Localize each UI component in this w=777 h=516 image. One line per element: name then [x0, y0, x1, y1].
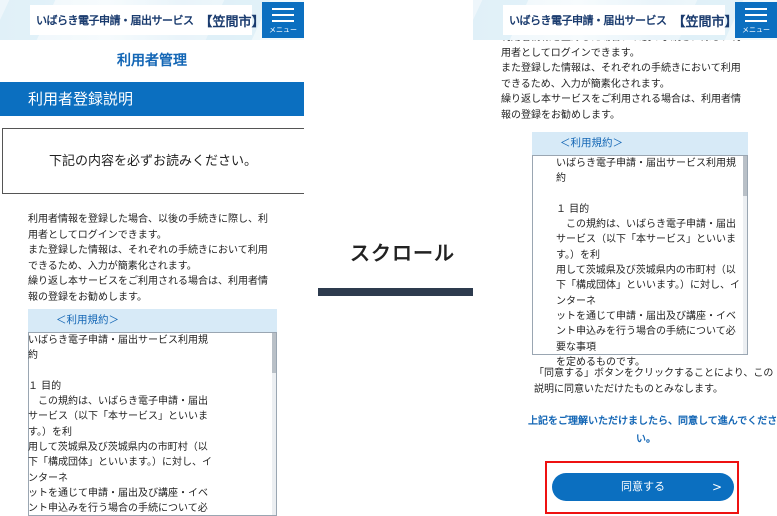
terms-text: いばらき電子申請・届出サービス利用規 約 １ 目的 この規約は、いばらき電子申請…	[28, 333, 228, 516]
agree-prompt-line: 上記をご理解いただけましたら、同意して進んでくださ	[528, 416, 777, 427]
terms-scrollbar[interactable]	[272, 333, 276, 515]
agree-note: 「同意する」ボタンをクリックすることにより、この 説明に同意いただけたものとみな…	[534, 366, 774, 398]
logo-city: 【笠間市】	[672, 14, 738, 30]
terms-line: 用して茨城県及び茨城県内の市町村（以	[556, 265, 736, 277]
terms-line	[28, 364, 228, 379]
description-line: 繰り返し本サービスをご利用される場合は、利用者情	[28, 276, 268, 287]
agree-note-line: 「同意する」ボタンをクリックすることにより、この	[534, 368, 774, 379]
terms-line: いばらき電子申請・届出サービス利用規	[28, 335, 208, 346]
chevron-right-icon: >	[711, 480, 722, 494]
terms-text: いばらき電子申請・届出サービス利用規 約 １ 目的 この規約は、いばらき電子申請…	[556, 156, 756, 370]
site-logo[interactable]: いばらき電子申請・届出サービス 【笠間市】	[30, 5, 265, 35]
terms-line: １ 目的	[28, 380, 62, 392]
menu-label: メニュー	[742, 25, 770, 34]
menu-label: メニュー	[269, 25, 297, 34]
site-header: いばらき電子申請・届出サービス 【笠間市】 メニュー	[473, 0, 777, 40]
terms-line: ント申込みを行う場合の手続について必	[556, 326, 736, 338]
agree-prompt: 上記をご理解いただけましたら、同意して進んでくださ い。	[528, 413, 777, 449]
terms-line: サービス（以下「本サービス」といいま	[556, 234, 736, 246]
terms-line: １ 目的	[556, 203, 590, 215]
description-line: できるため、入力が簡素化されます。	[501, 78, 670, 90]
menu-button[interactable]: メニュー	[735, 2, 777, 38]
terms-line: ンターネ	[556, 295, 596, 307]
agree-note-line: 説明に同意いただけたものとみなします。	[534, 384, 723, 395]
description-line: また登録した情報は、それぞれの手続きにおいて利用	[501, 63, 741, 74]
page-title: 利用者管理	[117, 53, 187, 69]
description-line: 用者としてログインできます。	[501, 47, 640, 59]
description-line: 報の登録をお勧めします。	[28, 291, 147, 303]
hamburger-icon	[272, 7, 294, 10]
section-title: 利用者登録説明	[0, 82, 304, 116]
terms-line: いばらき電子申請・届出サービス利用規	[556, 158, 736, 169]
agree-button[interactable]: 同意する >	[552, 473, 734, 501]
hamburger-icon-bar	[745, 19, 767, 22]
terms-line: す。）を利	[556, 249, 600, 261]
logo-title: いばらき電子申請・届出サービス	[36, 14, 194, 27]
terms-line: この規約は、いばらき電子申請・届出	[556, 219, 736, 231]
hamburger-icon-bar	[272, 19, 294, 22]
description-line: 用者としてログインできます。	[28, 229, 167, 241]
terms-line: 約	[28, 350, 38, 362]
menu-button[interactable]: メニュー	[262, 2, 304, 38]
logo-city: 【笠間市】	[199, 14, 265, 30]
description-line: できるため、入力が簡素化されます。	[28, 260, 197, 272]
description-line: 繰り返し本サービスをご利用される場合は、利用者情	[501, 94, 741, 105]
terms-line: サービス（以下「本サービス」といいま	[28, 411, 208, 423]
terms-line: この規約は、いばらき電子申請・届出	[28, 396, 208, 408]
terms-line: 約	[556, 173, 566, 185]
terms-line: ント申込みを行う場合の手続について必	[28, 503, 208, 515]
terms-line: す。）を利	[28, 426, 72, 438]
scrollbar-thumb[interactable]	[272, 333, 276, 373]
site-logo[interactable]: いばらき電子申請・届出サービス 【笠間市】	[503, 5, 738, 35]
description-line: 利用者情報を登録した場合、以後の手続きに際し、利	[28, 214, 268, 225]
terms-line: ンターネ	[28, 472, 68, 484]
description: 利用者情報を登録した場合、以後の手続きに際し、利 用者としてログインできます。 …	[501, 30, 753, 123]
hamburger-icon-bar	[745, 13, 767, 16]
terms-line: 下「構成団体」といいます。）に対し、イ	[28, 457, 212, 469]
agree-button-label: 同意する	[621, 480, 665, 493]
site-header: いばらき電子申請・届出サービス 【笠間市】 メニュー	[0, 0, 304, 40]
terms-line: ットを通じて申請・届出及び講座・イベ	[556, 310, 736, 322]
hamburger-icon-bar	[272, 13, 294, 16]
terms-line: 用して茨城県及び茨城県内の市町村（以	[28, 442, 208, 454]
terms-line: 要な事項	[556, 341, 596, 353]
description-line: 報の登録をお勧めします。	[501, 109, 620, 121]
terms-header: ＜利用規約＞	[28, 309, 277, 332]
agree-prompt-line: い。	[636, 434, 656, 445]
description-line: また登録した情報は、それぞれの手続きにおいて利用	[28, 245, 268, 256]
screen-before-scroll: いばらき電子申請・届出サービス 【笠間市】 メニュー 利用者管理 利用者登録説明…	[0, 0, 304, 516]
scroll-label: スクロール	[350, 241, 455, 265]
terms-line	[556, 187, 756, 202]
logo-title: いばらき電子申請・届出サービス	[509, 14, 667, 27]
hamburger-icon	[745, 7, 767, 10]
terms-line: 下「構成団体」といいます。）に対し、イ	[556, 280, 740, 292]
terms-line: ットを通じて申請・届出及び講座・イベ	[28, 487, 208, 499]
notice-box: 下記の内容を必ずお読みください。	[2, 128, 304, 194]
terms-header: ＜利用規約＞	[532, 132, 748, 155]
description: 利用者情報を登録した場合、以後の手続きに際し、利 用者としてログインできます。 …	[28, 212, 280, 305]
